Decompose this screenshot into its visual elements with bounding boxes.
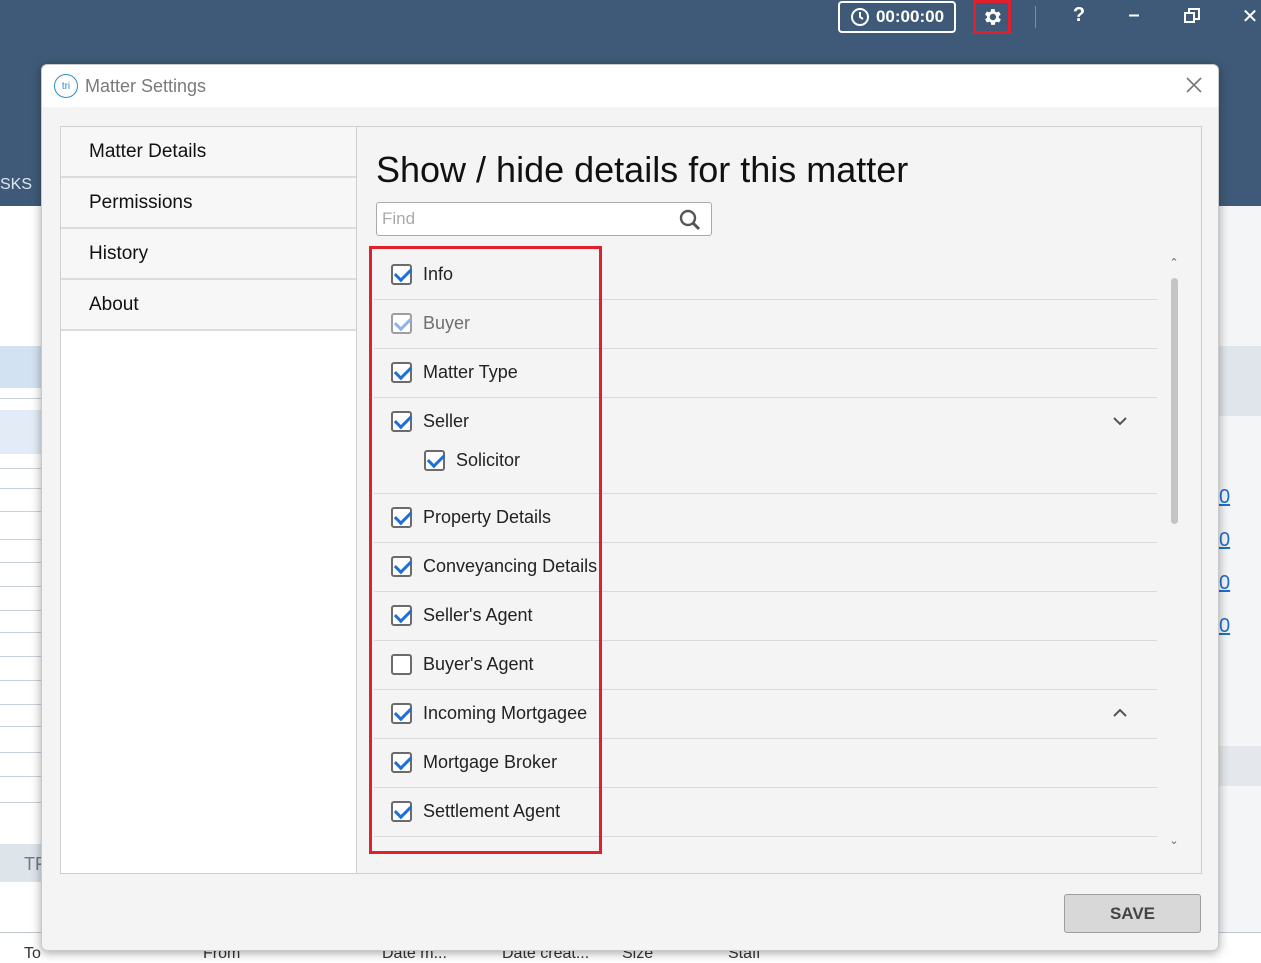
restore-button[interactable]: [1177, 4, 1207, 30]
item-label: Buyer's Agent: [423, 654, 534, 674]
search-icon[interactable]: [679, 209, 701, 231]
nav-item-matter-details[interactable]: Matter Details: [61, 127, 356, 178]
bg-link[interactable]: 0: [1219, 615, 1230, 638]
close-icon: ✕: [1241, 6, 1259, 28]
checkbox[interactable]: [391, 264, 412, 285]
checkbox[interactable]: [391, 752, 412, 773]
list-item[interactable]: Seller's Agent: [374, 592, 1157, 641]
details-list: Info Buyer Matter Type Seller Solicitor …: [374, 251, 1157, 850]
scroll-up-icon[interactable]: ⌃: [1165, 256, 1183, 269]
nav-item-history[interactable]: History: [61, 229, 356, 280]
bg-link[interactable]: 0: [1219, 572, 1230, 595]
list-item[interactable]: Matter Type: [374, 349, 1157, 398]
chevron-up-icon[interactable]: [1112, 707, 1128, 719]
chevron-down-icon[interactable]: [1112, 415, 1128, 427]
list-item[interactable]: Buyer's Agent: [374, 641, 1157, 690]
settings-nav: Matter Details Permissions History About: [61, 127, 357, 873]
checkbox[interactable]: [391, 556, 412, 577]
timer-value: 00:00:00: [875, 7, 945, 26]
sub-checkbox[interactable]: [424, 450, 445, 471]
bg-column-header[interactable]: To: [24, 945, 41, 963]
gear-icon: [985, 9, 1001, 25]
scroll-thumb[interactable]: [1171, 278, 1178, 524]
help-icon: ?: [1072, 4, 1086, 26]
dialog-title: Matter Settings: [85, 76, 207, 96]
bg-link[interactable]: 0: [1219, 529, 1230, 552]
nav-item-about[interactable]: About: [61, 280, 356, 331]
bg-link[interactable]: 0: [1219, 486, 1230, 509]
dialog-titlebar: tri Matter Settings: [42, 65, 1218, 107]
header-divider: [1035, 6, 1036, 28]
settings-content: Matter Details Permissions History About…: [60, 126, 1202, 874]
item-label: Mortgage Broker: [423, 752, 558, 772]
close-window-button[interactable]: ✕: [1235, 4, 1261, 29]
sub-item-label: Solicitor: [456, 450, 521, 470]
list-item[interactable]: Conveyancing Details: [374, 543, 1157, 592]
nav-item-permissions[interactable]: Permissions: [61, 178, 356, 229]
find-input[interactable]: [377, 203, 674, 235]
checkbox[interactable]: [391, 605, 412, 626]
dialog-close-icon[interactable]: [1184, 75, 1204, 95]
scroll-down-icon[interactable]: ⌄: [1165, 834, 1183, 847]
checkbox[interactable]: [391, 801, 412, 822]
bg-left-panel: TF: [0, 206, 46, 962]
checkbox[interactable]: [391, 654, 412, 675]
item-label: Incoming Mortgagee: [423, 703, 588, 723]
checkbox[interactable]: [391, 411, 412, 432]
list-item[interactable]: Mortgage Broker: [374, 739, 1157, 788]
find-field[interactable]: [376, 202, 712, 236]
restore-icon: [1184, 8, 1200, 23]
checkbox-disabled: [391, 313, 412, 334]
list-item[interactable]: Info: [374, 251, 1157, 300]
bg-tab-label: SKS: [0, 176, 33, 193]
list-item[interactable]: Incoming Mortgagee: [374, 690, 1157, 739]
list-item[interactable]: Seller Solicitor: [374, 398, 1157, 494]
item-label: Info: [423, 264, 454, 284]
timer-button[interactable]: 00:00:00: [838, 1, 956, 33]
help-button[interactable]: ?: [1064, 4, 1094, 27]
item-label: Seller's Agent: [423, 605, 533, 625]
list-item[interactable]: Settlement Agent: [374, 788, 1157, 837]
item-label: Settlement Agent: [423, 801, 561, 821]
save-button[interactable]: SAVE: [1064, 894, 1201, 933]
clock-icon: [850, 8, 869, 26]
list-item[interactable]: Property Details: [374, 494, 1157, 543]
item-label: Conveyancing Details: [423, 556, 598, 576]
app-logo-icon: tri: [54, 74, 78, 98]
item-label: Seller: [423, 411, 470, 431]
checkbox[interactable]: [391, 362, 412, 383]
item-label: Property Details: [423, 507, 552, 527]
settings-button[interactable]: [973, 0, 1011, 34]
item-label: Matter Type: [423, 362, 518, 382]
checkbox[interactable]: [391, 703, 412, 724]
scrollbar[interactable]: ⌃ ⌄: [1165, 254, 1183, 854]
matter-settings-dialog: tri Matter Settings Matter Details Permi…: [41, 64, 1219, 951]
minimize-button[interactable]: –: [1119, 4, 1149, 27]
item-label: Buyer: [423, 313, 471, 333]
page-title: Show / hide details for this matter: [376, 149, 909, 190]
minimize-icon: –: [1128, 4, 1140, 26]
list-item: Buyer: [374, 300, 1157, 349]
checkbox[interactable]: [391, 507, 412, 528]
